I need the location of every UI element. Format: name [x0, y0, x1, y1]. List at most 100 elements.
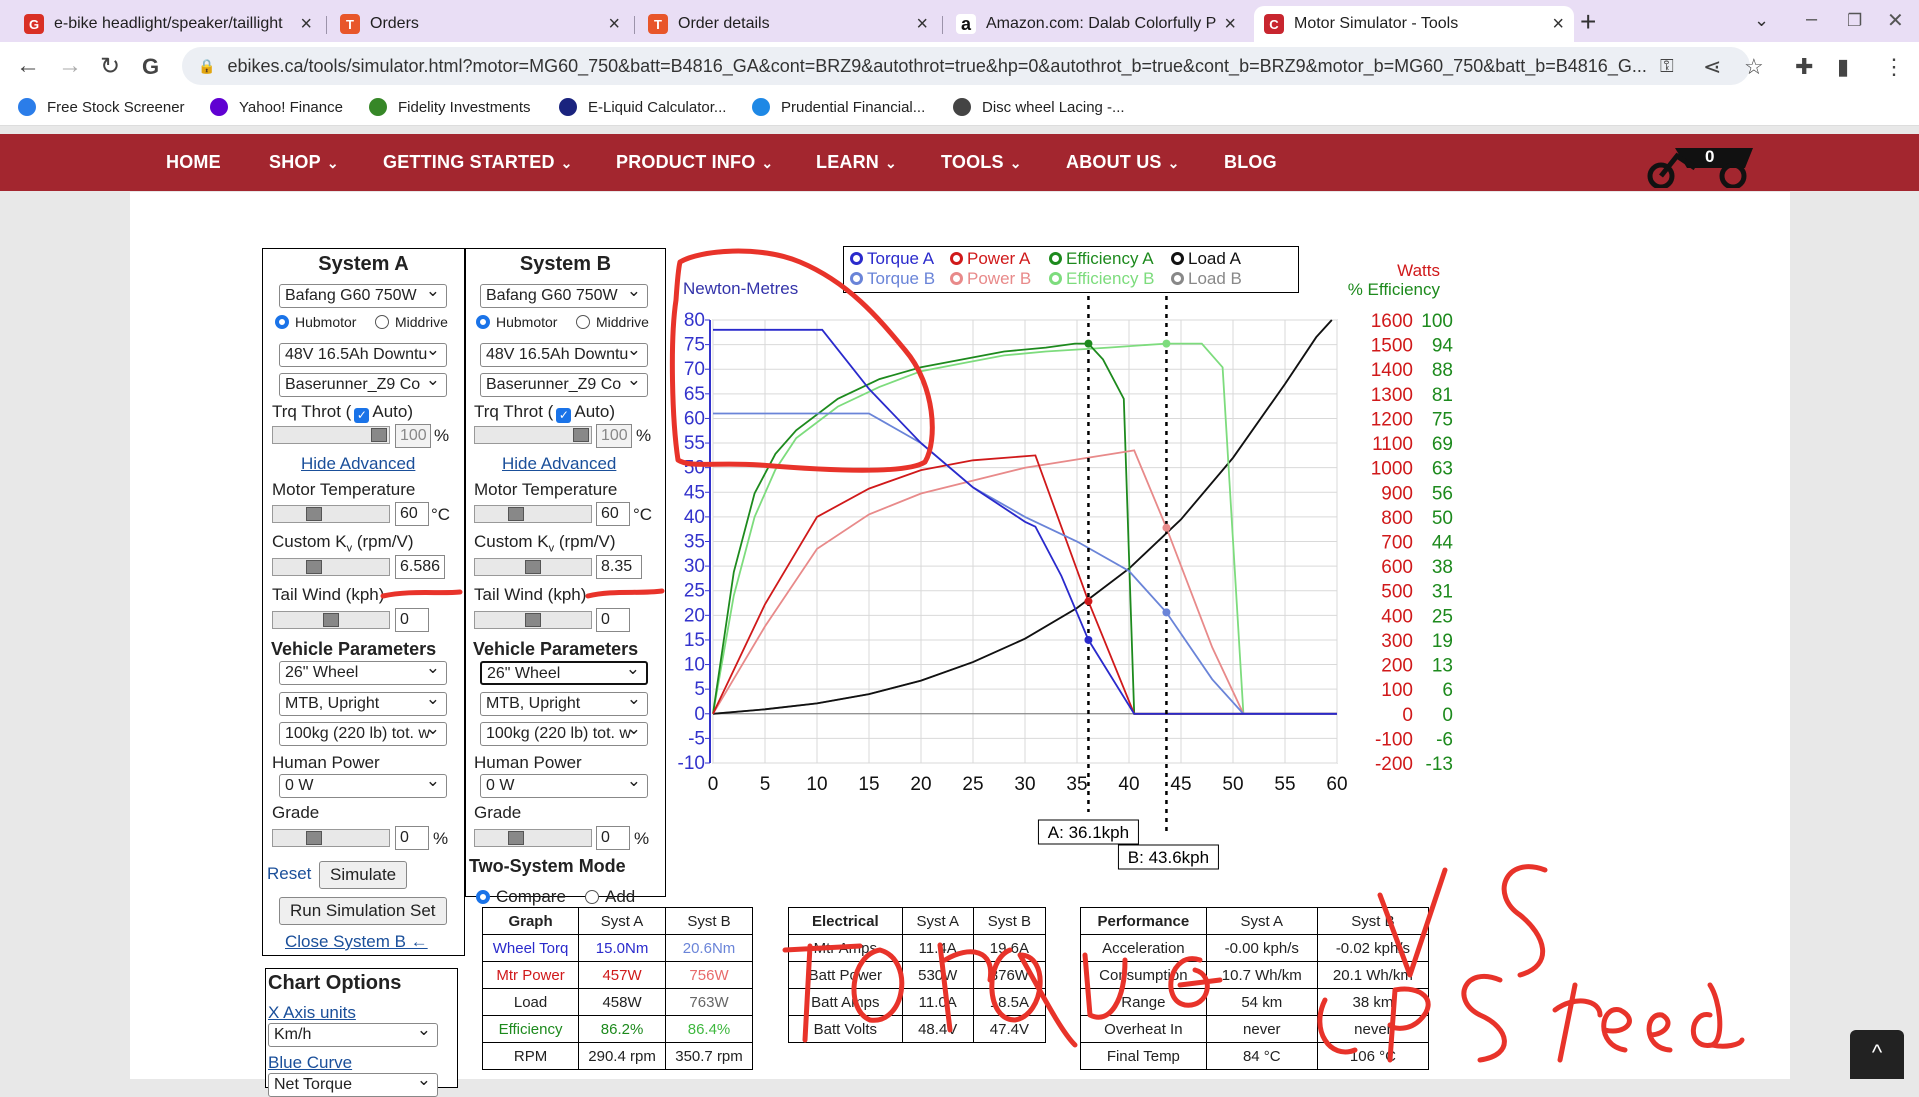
row-label: RPM [481, 1042, 580, 1070]
syst-b-value: 350.7 rpm [665, 1042, 753, 1070]
legend-radio-icon [1049, 272, 1062, 285]
syst-a-value: 48.4V [901, 1015, 974, 1043]
torque-tick-label: 75 [684, 335, 705, 356]
watts-tick-label: 400 [1381, 606, 1413, 627]
legend-radio-icon [1171, 252, 1184, 265]
torque-tick-label: 30 [684, 556, 705, 577]
syst-b-value: 38 km [1316, 988, 1430, 1016]
torque-tick-label: 55 [684, 433, 705, 454]
efficiency-tick-label: 31 [1432, 582, 1453, 603]
legend-label: Power A [967, 249, 1031, 268]
x-tick-label: 20 [910, 774, 931, 795]
x-tick-label: 25 [962, 774, 983, 795]
legend-item[interactable]: Power A [950, 249, 1030, 269]
table-header: Graph [481, 907, 580, 935]
watts-tick-label: 600 [1381, 557, 1413, 578]
row-label: Overheat In [1080, 1015, 1207, 1043]
operating-point-dot [1084, 339, 1093, 348]
watts-tick-label: 1500 [1371, 336, 1413, 357]
legend-label: Efficiency A [1066, 249, 1154, 268]
chart-legend: Torque A Power A Efficiency A Load A Torque … [843, 246, 1299, 293]
syst-a-value: 11.4A [901, 934, 974, 962]
syst-b-value: 20.1 Wh/km [1316, 961, 1430, 989]
legend-item[interactable]: Load A [1171, 249, 1241, 269]
scroll-to-top-button[interactable]: ^ [1850, 1030, 1904, 1079]
table-row: Batt Amps 11.0A 18.5A [788, 988, 1047, 1016]
table-row: Load 458W 763W [481, 988, 753, 1016]
table-header: Electrical [788, 907, 903, 935]
syst-b-value: 47.4V [972, 1015, 1047, 1043]
torque-tick-label: 70 [684, 359, 705, 380]
table-row: Consumption 10.7 Wh/km 20.1 Wh/km [1080, 961, 1430, 989]
syst-a-value: 10.7 Wh/km [1205, 961, 1318, 989]
syst-a-value: 458W [578, 988, 667, 1016]
syst-a-value: 530W [901, 961, 974, 989]
operating-point-dot [1162, 523, 1171, 532]
legend-label: Power B [967, 269, 1032, 288]
efficiency-axis-title: % Efficiency [1348, 280, 1441, 299]
syst-b-value: 876W [972, 961, 1047, 989]
torque-tick-label: 60 [684, 408, 705, 429]
legend-item[interactable]: Efficiency B [1049, 269, 1155, 289]
efficiency-tick-label: 6 [1442, 680, 1453, 701]
table-row: Wheel Torq 15.0Nm 20.6Nm [481, 934, 753, 962]
syst-b-value: 763W [665, 988, 753, 1016]
watts-tick-label: -200 [1375, 754, 1413, 775]
torque-tick-label: 35 [684, 532, 705, 553]
efficiency-tick-label: 25 [1432, 606, 1453, 627]
efficiency-tick-label: 19 [1432, 631, 1453, 652]
syst-b-value: -0.02 kph/s [1316, 934, 1430, 962]
row-label: Range [1080, 988, 1207, 1016]
legend-item[interactable]: Efficiency A [1049, 249, 1154, 269]
torque-tick-label: 40 [684, 507, 705, 528]
table-row: Batt Power 530W 876W [788, 961, 1047, 989]
watts-tick-label: 300 [1381, 631, 1413, 652]
efficiency-tick-label: 38 [1432, 557, 1453, 578]
x-tick-label: 55 [1274, 774, 1295, 795]
table-row: RPM 290.4 rpm 350.7 rpm [481, 1042, 753, 1070]
table-row: Final Temp 84 °C 106 °C [1080, 1042, 1430, 1070]
efficiency-tick-label: 94 [1432, 336, 1454, 357]
row-label: Wheel Torq [481, 934, 580, 962]
legend-label: Load B [1188, 269, 1242, 288]
x-tick-label: 5 [760, 774, 771, 795]
efficiency-tick-label: 81 [1432, 385, 1453, 406]
torque-tick-label: 65 [684, 384, 705, 405]
syst-b-value: 18.5A [972, 988, 1047, 1016]
legend-radio-icon [1171, 272, 1184, 285]
legend-item[interactable]: Torque B [850, 269, 935, 289]
table-header: Syst A [578, 907, 667, 935]
watts-tick-label: 200 [1381, 656, 1413, 677]
legend-label: Efficiency B [1066, 269, 1155, 288]
table-header: Performance [1080, 907, 1207, 935]
syst-b-value: 19.6A [972, 934, 1047, 962]
x-tick-label: 40 [1118, 774, 1139, 795]
row-label: Efficiency [481, 1015, 580, 1043]
legend-item[interactable]: Load B [1171, 269, 1242, 289]
watts-tick-label: 1300 [1371, 385, 1413, 406]
torque-tick-label: 80 [684, 310, 705, 331]
x-tick-label: 0 [708, 774, 719, 795]
row-label: Batt Power [788, 961, 903, 989]
legend-radio-icon [850, 252, 863, 265]
row-label: Acceleration [1080, 934, 1207, 962]
watts-tick-label: 1400 [1371, 360, 1413, 381]
torque-tick-label: 50 [684, 458, 705, 479]
table-row: Mtr Power 457W 756W [481, 961, 753, 989]
torque-tick-label: 15 [684, 630, 705, 651]
watts-tick-label: 1100 [1372, 434, 1413, 455]
watts-tick-label: 900 [1381, 483, 1413, 504]
syst-a-value: 86.2% [578, 1015, 667, 1043]
efficiency-tick-label: 44 [1432, 533, 1454, 554]
efficiency-tick-label: -13 [1426, 754, 1453, 775]
watts-tick-label: 800 [1381, 508, 1413, 529]
legend-radio-icon [950, 272, 963, 285]
torque-tick-label: 5 [694, 679, 705, 700]
legend-item[interactable]: Torque A [850, 249, 934, 269]
torque-tick-label: -5 [688, 728, 705, 749]
watts-tick-label: 1200 [1371, 409, 1413, 430]
legend-label: Torque A [867, 249, 935, 268]
x-tick-label: 50 [1222, 774, 1243, 795]
legend-item[interactable]: Power B [950, 269, 1031, 289]
watts-tick-label: 1600 [1371, 311, 1413, 332]
